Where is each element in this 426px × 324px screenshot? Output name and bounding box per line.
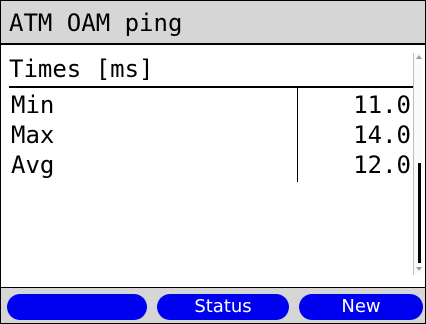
scroll-down-icon[interactable]: [416, 267, 422, 271]
softkey-bar: Status New: [1, 287, 425, 323]
scroll-up-icon[interactable]: [416, 55, 422, 59]
row-label-max: Max: [11, 121, 55, 149]
status-button[interactable]: Status: [157, 294, 289, 320]
row-value-max: 14.0: [353, 121, 411, 149]
row-value-avg: 12.0: [353, 151, 411, 179]
header-underline: [9, 86, 415, 88]
results-panel: Times [ms] Min 11.0 Max 14.0 Avg 12.0: [1, 45, 425, 287]
device-screen: ATM OAM ping Times [ms] Min 11.0 Max 14.…: [0, 0, 426, 324]
page-title: ATM OAM ping: [9, 9, 183, 37]
new-button[interactable]: New: [299, 294, 423, 320]
row-value-min: 11.0: [353, 91, 411, 119]
scrollbar-thumb[interactable]: [418, 163, 421, 263]
softkey-left-button[interactable]: [7, 294, 147, 320]
row-label-avg: Avg: [11, 151, 55, 179]
row-label-min: Min: [11, 91, 55, 119]
column-divider: [297, 88, 298, 182]
results-header: Times [ms]: [9, 55, 154, 83]
title-bar: ATM OAM ping: [1, 1, 425, 45]
